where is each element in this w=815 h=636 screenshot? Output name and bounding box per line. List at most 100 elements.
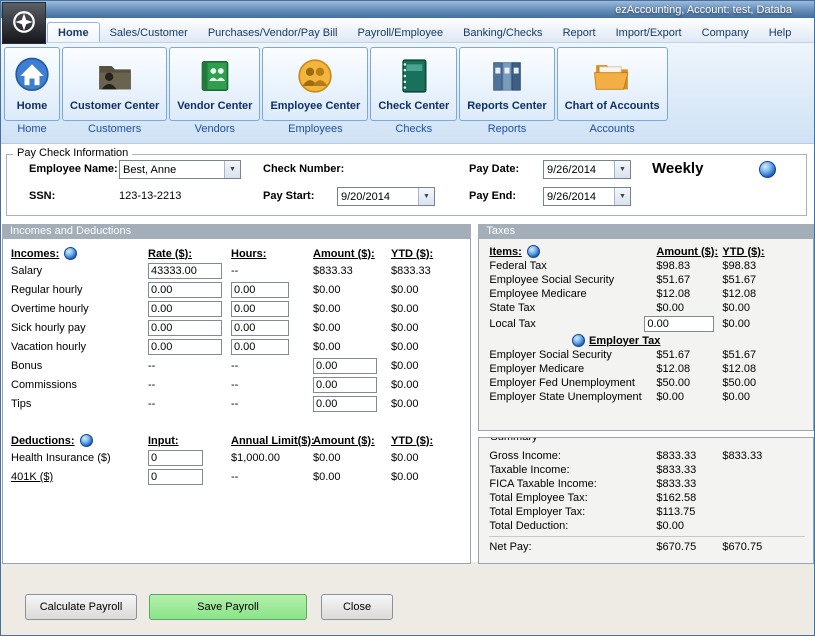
amount-column-header: Amount ($): <box>313 435 391 447</box>
incomes-deductions-panel: Incomes: Rate ($): Hours: Amount ($): YT… <box>2 239 471 564</box>
checks-icon <box>394 56 434 99</box>
chevron-down-icon[interactable]: ▼ <box>614 188 630 205</box>
tab-report[interactable]: Report <box>553 23 606 42</box>
employer-tax-help-globe-icon[interactable] <box>572 334 585 347</box>
rate-column-header: Rate ($): <box>148 248 231 260</box>
k401-input[interactable] <box>148 469 203 485</box>
regular-hourly-rate-input[interactable] <box>148 282 222 298</box>
pay-date-label: Pay Date: <box>469 163 519 175</box>
health-insurance-input[interactable] <box>148 450 203 466</box>
summary-row-label: Total Employee Tax: <box>489 492 656 504</box>
chart-of-accounts-label: Chart of Accounts <box>565 100 660 112</box>
save-payroll-button[interactable]: Save Payroll <box>149 594 307 620</box>
employee-center-label: Employee Center <box>270 100 360 112</box>
tab-import-export[interactable]: Import/Export <box>606 23 692 42</box>
tab-help[interactable]: Help <box>759 23 802 42</box>
income-row-label: Tips <box>11 398 148 410</box>
vendor-center-button[interactable]: Vendor Center <box>169 47 260 121</box>
tab-payroll-employee[interactable]: Payroll/Employee <box>347 23 453 42</box>
summary-table: Gross Income: $833.33 $833.33 Taxable In… <box>489 450 813 553</box>
close-button[interactable]: Close <box>321 594 393 620</box>
check-center-button[interactable]: Check Center <box>370 47 457 121</box>
employee-center-button[interactable]: Employee Center <box>262 47 368 121</box>
tab-sales-customer[interactable]: Sales/Customer <box>100 23 198 42</box>
toolbar-check-center: Check Center Checks <box>370 47 457 135</box>
local-tax-input[interactable] <box>644 316 714 332</box>
sick-hourly-rate-input[interactable] <box>148 320 222 336</box>
tax-ytd-value: $0.00 <box>722 302 813 314</box>
title-bar: ezAccounting, Account: test, Databa <box>1 1 814 18</box>
reports-center-button[interactable]: Reports Center <box>459 47 554 121</box>
pay-frequency-label: Weekly <box>652 160 703 177</box>
taxes-table: Items: Amount ($): YTD ($): Federal Tax … <box>489 245 813 403</box>
deduction-limit-value: -- <box>231 471 313 483</box>
section-headers: Incomes and Deductions Taxes <box>1 224 814 239</box>
chevron-down-icon[interactable]: ▼ <box>224 161 240 178</box>
income-ytd-value: $0.00 <box>391 398 470 410</box>
footer-buttons: Calculate Payroll Save Payroll Close <box>1 564 814 620</box>
pay-end-select[interactable]: 9/26/2014▼ <box>543 187 631 206</box>
tax-items-heading: Items: <box>489 246 521 258</box>
incomes-heading: Incomes: <box>11 248 59 260</box>
deduction-ytd-value: $0.00 <box>391 471 470 483</box>
tax-ytd-value: $98.83 <box>722 260 813 272</box>
income-ytd-value: $0.00 <box>391 341 470 353</box>
summary-panel: Summary Gross Income: $833.33 $833.33 Ta… <box>478 437 814 564</box>
overtime-hourly-hours-input[interactable] <box>231 301 289 317</box>
summary-ytd-value: $833.33 <box>722 450 813 462</box>
salary-rate-input[interactable] <box>148 263 222 279</box>
pay-date-select[interactable]: 9/26/2014▼ <box>543 160 631 179</box>
incomes-help-globe-icon[interactable] <box>64 247 77 260</box>
vacation-hourly-rate-input[interactable] <box>148 339 222 355</box>
tax-row-label: Employee Social Security <box>489 274 656 286</box>
ytd-column-header: YTD ($): <box>391 248 470 260</box>
summary-value: $0.00 <box>656 520 722 532</box>
pay-start-datepicker[interactable]: 9/20/2014▼ <box>337 187 435 206</box>
employee-name-select[interactable]: Best, Anne▼ <box>119 160 241 179</box>
app-logo-button[interactable] <box>2 2 46 44</box>
menu-bar: Home Sales/Customer Purchases/Vendor/Pay… <box>1 18 814 43</box>
calendar-dropdown-icon[interactable]: ▼ <box>418 188 434 205</box>
regular-hourly-hours-input[interactable] <box>231 282 289 298</box>
chart-of-accounts-button[interactable]: Chart of Accounts <box>557 47 668 121</box>
commissions-amount-input[interactable] <box>313 377 377 393</box>
deduction-ytd-value: $0.00 <box>391 452 470 464</box>
taxes-help-globe-icon[interactable] <box>527 245 540 258</box>
summary-row-label: Taxable Income: <box>489 464 656 476</box>
income-rate-value: -- <box>148 379 231 391</box>
help-globe-icon[interactable] <box>759 161 776 178</box>
toolbar-chart-of-accounts: Chart of Accounts Accounts <box>557 47 668 135</box>
tab-banking-checks[interactable]: Banking/Checks <box>453 23 553 42</box>
income-hours-value: -- <box>231 360 313 372</box>
income-row-label: Salary <box>11 265 148 277</box>
tax-amount-value: $12.08 <box>656 288 722 300</box>
summary-ytd-value: $670.75 <box>722 541 813 553</box>
toolbar-employee-center: Employee Center Employees <box>262 47 368 135</box>
overtime-hourly-rate-input[interactable] <box>148 301 222 317</box>
summary-value: $833.33 <box>656 450 722 462</box>
deductions-heading: Deductions: <box>11 435 75 447</box>
calculate-payroll-button[interactable]: Calculate Payroll <box>25 594 137 620</box>
vacation-hourly-hours-input[interactable] <box>231 339 289 355</box>
income-rate-value: -- <box>148 398 231 410</box>
deductions-help-globe-icon[interactable] <box>80 434 93 447</box>
ytd-column-header: YTD ($): <box>391 435 470 447</box>
income-amount-value: $0.00 <box>313 284 391 296</box>
reports-icon <box>487 56 527 99</box>
customers-sub-label: Customers <box>88 123 141 135</box>
accounts-icon <box>592 56 632 99</box>
chevron-down-icon[interactable]: ▼ <box>614 161 630 178</box>
home-button[interactable]: Home <box>4 47 60 121</box>
tab-company[interactable]: Company <box>692 23 759 42</box>
employer-tax-heading: Employer Tax <box>589 335 660 347</box>
customer-center-button[interactable]: Customer Center <box>62 47 167 121</box>
bonus-amount-input[interactable] <box>313 358 377 374</box>
tax-ytd-value: $12.08 <box>722 363 813 375</box>
summary-value: $670.75 <box>656 541 722 553</box>
toolbar-reports-center: Reports Center Reports <box>459 47 554 135</box>
sick-hourly-hours-input[interactable] <box>231 320 289 336</box>
tab-purchases-vendor-pay-bill[interactable]: Purchases/Vendor/Pay Bill <box>198 23 348 42</box>
tab-home[interactable]: Home <box>47 22 100 42</box>
tips-amount-input[interactable] <box>313 396 377 412</box>
deduction-amount-value: $0.00 <box>313 471 391 483</box>
